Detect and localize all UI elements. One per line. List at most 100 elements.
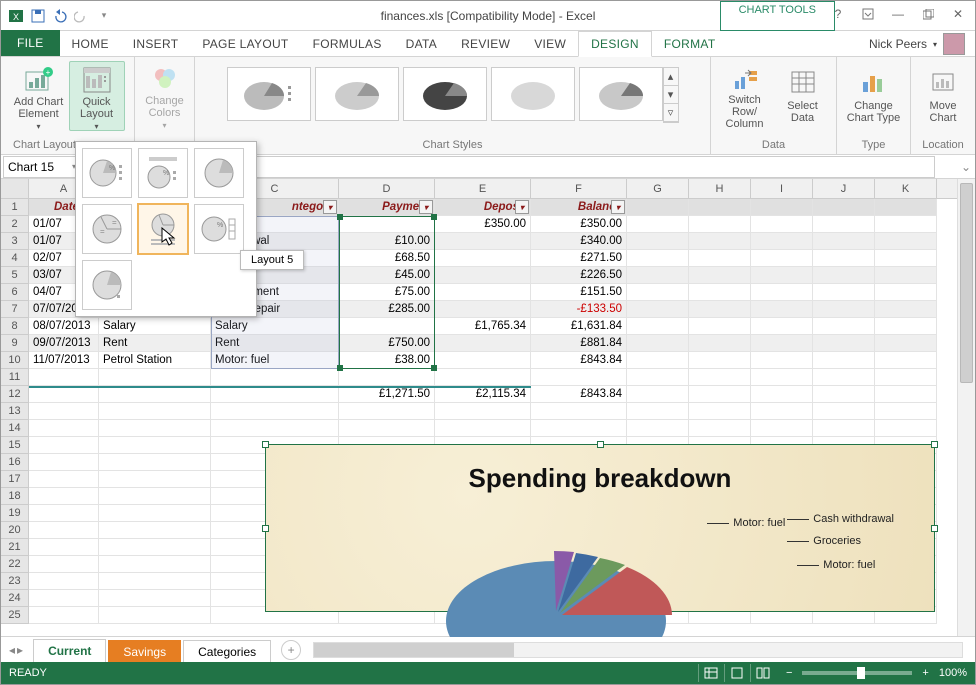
style-thumb-4[interactable] bbox=[491, 67, 575, 121]
sheet-nav[interactable]: ◂▸ bbox=[1, 643, 31, 657]
formula-bar-expand-icon[interactable]: ⌄ bbox=[957, 160, 975, 174]
filter-dropdown-icon[interactable]: ▾ bbox=[419, 200, 433, 214]
row-header[interactable]: 10 bbox=[1, 352, 29, 369]
row-header[interactable]: 11 bbox=[1, 369, 29, 386]
filter-dropdown-icon[interactable]: ▾ bbox=[515, 200, 529, 214]
tab-file[interactable]: FILE bbox=[1, 30, 60, 56]
style-thumb-2[interactable] bbox=[315, 67, 399, 121]
style-thumb-3[interactable] bbox=[403, 67, 487, 121]
select-all-corner[interactable] bbox=[1, 179, 29, 198]
minimize-icon[interactable]: — bbox=[883, 3, 913, 25]
tab-data[interactable]: DATA bbox=[394, 32, 449, 56]
row-header[interactable]: 4 bbox=[1, 250, 29, 267]
col-K[interactable]: K bbox=[875, 179, 937, 198]
row-header[interactable]: 19 bbox=[1, 505, 29, 522]
formula-input[interactable] bbox=[138, 156, 935, 178]
switch-row-column-button[interactable]: Switch Row/ Column bbox=[717, 61, 773, 131]
sheet-tab-categories[interactable]: Categories bbox=[183, 640, 271, 663]
sheet-tab-savings[interactable]: Savings bbox=[108, 640, 181, 663]
horizontal-scrollbar[interactable] bbox=[313, 642, 963, 658]
close-icon[interactable]: ✕ bbox=[943, 3, 973, 25]
layout-option-7[interactable] bbox=[82, 260, 132, 310]
tab-design[interactable]: DESIGN bbox=[578, 31, 652, 57]
row-header[interactable]: 15 bbox=[1, 437, 29, 454]
sheet-tab-current[interactable]: Current bbox=[33, 639, 106, 664]
view-buttons[interactable] bbox=[698, 664, 776, 682]
zoom-level[interactable]: 100% bbox=[939, 667, 967, 679]
col-I[interactable]: I bbox=[751, 179, 813, 198]
row-header[interactable]: 24 bbox=[1, 590, 29, 607]
style-thumb-1[interactable] bbox=[227, 67, 311, 121]
embedded-chart[interactable]: Spending breakdown Motor: fuel Cash with… bbox=[265, 444, 935, 612]
row-header[interactable]: 17 bbox=[1, 471, 29, 488]
scrollbar-thumb[interactable] bbox=[314, 643, 514, 657]
chart-title[interactable]: Spending breakdown bbox=[266, 445, 934, 494]
zoom-slider[interactable] bbox=[802, 671, 912, 675]
save-icon[interactable] bbox=[29, 7, 47, 25]
style-thumb-5[interactable] bbox=[579, 67, 663, 121]
row-header[interactable]: 20 bbox=[1, 522, 29, 539]
col-J[interactable]: J bbox=[813, 179, 875, 198]
change-colors-button[interactable]: Change Colors▾ bbox=[137, 61, 193, 131]
row-header[interactable]: 7 bbox=[1, 301, 29, 318]
row-header[interactable]: 3 bbox=[1, 233, 29, 250]
zoom-out-button[interactable]: − bbox=[786, 667, 792, 679]
tab-format[interactable]: FORMAT bbox=[652, 32, 728, 56]
normal-view-icon[interactable] bbox=[698, 664, 724, 682]
qat-dropdown-icon[interactable]: ▾ bbox=[95, 7, 113, 25]
row-header[interactable]: 2 bbox=[1, 216, 29, 233]
row-header[interactable]: 16 bbox=[1, 454, 29, 471]
layout-option-5[interactable] bbox=[138, 204, 188, 254]
ribbon-toggle-icon[interactable] bbox=[853, 3, 883, 25]
row-header[interactable]: 22 bbox=[1, 556, 29, 573]
styles-scroll[interactable]: ▴▾▿ bbox=[663, 67, 679, 123]
user-account[interactable]: Nick Peers▾ bbox=[869, 33, 965, 55]
col-H[interactable]: H bbox=[689, 179, 751, 198]
row-header[interactable]: 9 bbox=[1, 335, 29, 352]
vertical-scrollbar[interactable] bbox=[957, 179, 975, 637]
scrollbar-thumb[interactable] bbox=[960, 183, 973, 383]
col-F[interactable]: F bbox=[531, 179, 627, 198]
zoom-slider-knob[interactable] bbox=[857, 667, 865, 679]
row-header[interactable]: 21 bbox=[1, 539, 29, 556]
help-icon[interactable]: ? bbox=[823, 3, 853, 25]
layout-option-4[interactable]: == bbox=[82, 204, 132, 254]
add-chart-element-button[interactable]: + Add Chart Element▾ bbox=[11, 61, 67, 131]
tab-home[interactable]: HOME bbox=[60, 32, 121, 56]
tab-insert[interactable]: INSERT bbox=[121, 32, 191, 56]
quick-layout-button[interactable]: Quick Layout▾ bbox=[69, 61, 125, 131]
tab-formulas[interactable]: FORMULAS bbox=[301, 32, 394, 56]
col-D[interactable]: D bbox=[339, 179, 435, 198]
tab-page-layout[interactable]: PAGE LAYOUT bbox=[190, 32, 300, 56]
tab-view[interactable]: VIEW bbox=[522, 32, 578, 56]
layout-option-2[interactable]: % bbox=[138, 148, 188, 198]
undo-icon[interactable] bbox=[51, 7, 69, 25]
row-header[interactable]: 18 bbox=[1, 488, 29, 505]
row-header[interactable]: 6 bbox=[1, 284, 29, 301]
row-header[interactable]: 25 bbox=[1, 607, 29, 624]
chart-styles-gallery[interactable] bbox=[227, 61, 663, 123]
col-G[interactable]: G bbox=[627, 179, 689, 198]
zoom-in-button[interactable]: + bbox=[922, 667, 928, 679]
row-header[interactable]: 13 bbox=[1, 403, 29, 420]
page-break-view-icon[interactable] bbox=[750, 664, 776, 682]
filter-dropdown-icon[interactable]: ▾ bbox=[611, 200, 625, 214]
tab-review[interactable]: REVIEW bbox=[449, 32, 522, 56]
quick-layout-dropdown[interactable]: % % == % Layout 5 bbox=[75, 141, 257, 317]
col-E[interactable]: E bbox=[435, 179, 531, 198]
move-chart-button[interactable]: Move Chart bbox=[915, 61, 971, 131]
layout-option-1[interactable]: % bbox=[82, 148, 132, 198]
change-chart-type-button[interactable]: Change Chart Type bbox=[846, 61, 902, 131]
row-header[interactable]: 14 bbox=[1, 420, 29, 437]
select-data-button[interactable]: Select Data bbox=[775, 61, 831, 131]
redo-icon[interactable] bbox=[73, 7, 91, 25]
row-header[interactable]: 23 bbox=[1, 573, 29, 590]
add-sheet-button[interactable]: + bbox=[281, 640, 301, 660]
restore-icon[interactable] bbox=[913, 3, 943, 25]
row-header[interactable]: 5 bbox=[1, 267, 29, 284]
row-header[interactable]: 1 bbox=[1, 199, 29, 216]
row-header[interactable]: 12 bbox=[1, 386, 29, 403]
name-box[interactable]: Chart 15▾ bbox=[3, 156, 81, 178]
row-header[interactable]: 8 bbox=[1, 318, 29, 335]
filter-dropdown-icon[interactable]: ▾ bbox=[323, 200, 337, 214]
